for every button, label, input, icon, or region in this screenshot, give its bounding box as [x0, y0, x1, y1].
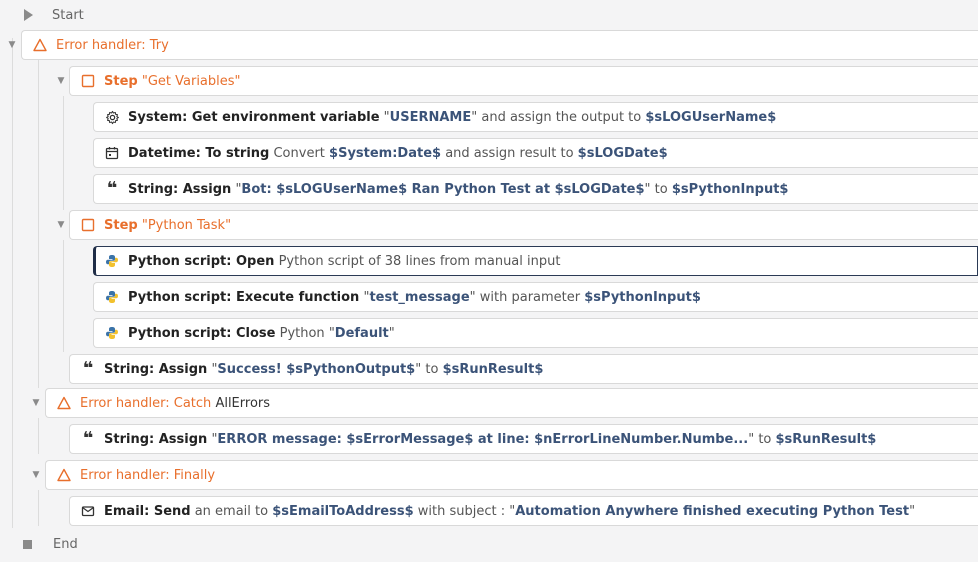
p1-cmd: Python script: Open: [128, 253, 275, 269]
email-var: $sEmailToAddress$: [272, 503, 414, 519]
a2-var1: $System:Date$: [329, 145, 442, 161]
s1-mid: to: [425, 361, 439, 377]
action-string-assign-success[interactable]: ❝ String: Assign " Success! $sPythonOutpu…: [69, 354, 978, 384]
warning-triangle-icon: [32, 37, 48, 53]
tree-guide-try: [38, 60, 39, 388]
quote-icon: ❝: [82, 358, 94, 379]
calendar-icon: [104, 145, 120, 161]
try-prefix: Error handler:: [56, 37, 146, 53]
a2-mid1: Convert: [273, 145, 325, 161]
collapse-step2-caret[interactable]: ▼: [56, 220, 66, 230]
action-python-execute[interactable]: Python script: Execute function " test_me…: [93, 282, 978, 312]
s1-cmd: String: Assign: [104, 361, 208, 377]
tree-guide-catch: [38, 418, 39, 454]
error-handler-finally[interactable]: Error handler: Finally: [45, 460, 978, 490]
end-label: End: [53, 536, 78, 552]
p3-value: Default: [334, 325, 389, 341]
p2-var: $sPythonInput$: [584, 289, 701, 305]
catch-word: AllErrors: [215, 395, 271, 411]
email-mid2: with subject :: [417, 503, 506, 519]
tree-guide-finally: [38, 490, 39, 526]
step-python-task[interactable]: Step "Python Task": [69, 210, 978, 240]
collapse-try-caret[interactable]: ▼: [7, 40, 17, 50]
p3-cmd: Python script: Close: [128, 325, 276, 341]
action-string-assign-error[interactable]: ❝ String: Assign " ERROR message: $sError…: [69, 424, 978, 454]
s2-cmd: String: Assign: [104, 431, 208, 447]
a1-mid: and assign the output to: [481, 109, 642, 125]
p2-mid: with parameter: [479, 289, 581, 305]
s2-var: $sRunResult$: [775, 431, 877, 447]
python-icon: [104, 289, 120, 305]
a2-mid2: and assign result to: [445, 145, 574, 161]
action-string-assign-bot[interactable]: ❝ String: Assign " Bot: $sLOGUserName$ Ra…: [93, 174, 978, 204]
tree-guide-step1: [63, 96, 64, 210]
step-square-icon: [80, 73, 96, 89]
a1-var: $sLOGUserName$: [645, 109, 777, 125]
play-icon: [24, 9, 33, 21]
p1-rest: Python script of 38 lines from manual in…: [278, 253, 561, 269]
step1-word: Step: [104, 73, 138, 89]
action-get-env-variable[interactable]: System: Get environment variable " USERNA…: [93, 102, 978, 132]
p3-mid: Python: [279, 325, 325, 341]
action-datetime-to-string[interactable]: Datetime: To string Convert $System:Date…: [93, 138, 978, 168]
finally-prefix: Error handler: Finally: [80, 467, 216, 483]
a2-cmd: Datetime: To string: [128, 145, 270, 161]
step2-name: "Python Task": [141, 217, 232, 233]
s2-mid: to: [758, 431, 772, 447]
start-label: Start: [52, 7, 84, 23]
quote-icon: ❝: [82, 428, 94, 449]
gear-icon: [104, 109, 120, 125]
step2-word: Step: [104, 217, 138, 233]
email-subject: Automation Anywhere finished executing P…: [515, 503, 910, 519]
s1-var: $sRunResult$: [442, 361, 544, 377]
action-python-open[interactable]: Python script: Open Python script of 38 …: [93, 246, 978, 276]
email-mid: an email to: [194, 503, 269, 519]
a2-var2: $sLOGDate$: [577, 145, 668, 161]
error-handler-catch[interactable]: Error handler: Catch AllErrors: [45, 388, 978, 418]
warning-triangle-icon: [56, 467, 72, 483]
catch-prefix: Error handler: Catch: [80, 395, 212, 411]
step1-name: "Get Variables": [141, 73, 241, 89]
email-cmd: Email: Send: [104, 503, 191, 519]
warning-triangle-icon: [56, 395, 72, 411]
p2-value: test_message: [369, 289, 470, 305]
quote-icon: ❝: [106, 178, 118, 199]
a3-mid: to: [654, 181, 668, 197]
tree-guide-root: [12, 38, 13, 528]
a1-value: USERNAME: [389, 109, 472, 125]
python-icon: [104, 325, 120, 341]
p2-cmd: Python script: Execute function: [128, 289, 360, 305]
error-handler-try[interactable]: Error handler: Try: [21, 30, 978, 60]
tree-guide-step2: [63, 240, 64, 352]
envelope-icon: [80, 503, 96, 519]
collapse-catch-caret[interactable]: ▼: [31, 398, 41, 408]
collapse-step1-caret[interactable]: ▼: [56, 76, 66, 86]
step-get-variables[interactable]: Step "Get Variables": [69, 66, 978, 96]
a3-value: Bot: $sLOGUserName$ Ran Python Test at $…: [241, 181, 645, 197]
step-square-icon: [80, 217, 96, 233]
s1-value: Success! $sPythonOutput$: [217, 361, 416, 377]
email-quote-close: ": [909, 503, 916, 519]
a1-cmd: System: Get environment variable: [128, 109, 380, 125]
python-icon: [104, 253, 120, 269]
a3-var: $sPythonInput$: [671, 181, 789, 197]
collapse-finally-caret[interactable]: ▼: [31, 470, 41, 480]
try-word: Try: [149, 37, 169, 53]
action-python-close[interactable]: Python script: Close Python " Default ": [93, 318, 978, 348]
start-node[interactable]: Start: [24, 5, 84, 25]
s2-value: ERROR message: $sErrorMessage$ at line: …: [217, 431, 749, 447]
p3-quote-close: ": [388, 325, 395, 341]
end-node[interactable]: End: [23, 534, 78, 554]
a3-cmd: String: Assign: [128, 181, 232, 197]
stop-icon: [23, 539, 32, 549]
action-email-send[interactable]: Email: Send an email to $sEmailToAddress…: [69, 496, 978, 526]
